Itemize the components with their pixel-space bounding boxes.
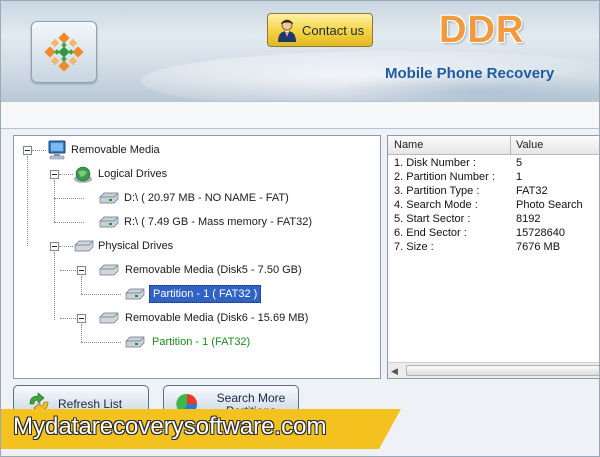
tree-line [60,270,76,271]
property-value: 1 [516,171,523,183]
drive-tree-panel[interactable]: Removable Media Logical Drives D:\ ( 20.… [13,135,381,379]
table-row[interactable]: 5. Start Sector : 8192 [388,213,599,227]
tree-node-disk6-partition[interactable]: Partition - 1 (FAT32) [152,334,250,350]
tree-line [81,342,121,343]
property-value: FAT32 [516,185,548,197]
drive-icon [99,216,119,228]
tree-line [81,324,82,342]
tree-line [59,174,73,175]
property-name: 5. Start Sector : [394,213,471,225]
tree-node-root[interactable]: Removable Media [71,142,160,158]
contact-us-button[interactable]: Contact us [267,13,373,47]
properties-header: Name Value [388,136,599,155]
property-name: 2. Partition Number : [394,171,495,183]
contact-us-label: Contact us [302,23,365,38]
watermark-banner-tail [379,409,401,449]
tree-line [59,246,73,247]
toolbar-strip [1,101,599,129]
table-row[interactable]: 6. End Sector : 15728640 [388,227,599,241]
tree-node-disk5-partition[interactable]: Partition - 1 ( FAT32 ) [149,285,262,303]
column-header-value[interactable]: Value [516,139,543,151]
tree-line [60,318,76,319]
property-value: 7676 MB [516,241,561,253]
tree-node-drive-r[interactable]: R:\ ( 7.49 GB - Mass memory - FAT32) [124,214,312,230]
property-name: 7. Size : [394,241,434,253]
tree-line [54,180,55,222]
tree-line [81,276,82,294]
header-banner: Contact us DDR Mobile Phone Recovery [1,1,599,101]
property-name: 6. End Sector : [394,227,467,239]
globe-icon [74,166,92,183]
scroll-left-icon[interactable]: ◀ [391,366,398,377]
properties-panel: Name Value 1. Disk Number : 5 2. Partiti… [387,135,599,379]
collapse-toggle[interactable] [50,170,59,179]
tree-line [32,150,46,151]
tree-line [81,294,121,295]
table-row[interactable]: 3. Partition Type : FAT32 [388,185,599,199]
column-header-name[interactable]: Name [394,139,423,151]
table-row[interactable]: 2. Partition Number : 1 [388,171,599,185]
hard-disk-icon [74,240,94,252]
tree-node-drive-d[interactable]: D:\ ( 20.97 MB - NO NAME - FAT) [124,190,289,206]
brand-logo-text: DDR [439,9,525,51]
computer-icon [48,140,66,160]
tree-line [27,156,28,246]
collapse-toggle[interactable] [77,314,86,323]
collapse-toggle[interactable] [23,146,32,155]
property-value: 5 [516,157,523,169]
partition-icon [125,288,145,300]
tree-line [54,198,84,199]
hard-disk-icon [99,264,119,276]
table-row[interactable]: 7. Size : 7676 MB [388,241,599,255]
table-row[interactable]: 4. Search Mode : Photo Search [388,199,599,213]
app-logo [31,21,97,83]
property-name: 3. Partition Type : [394,185,480,197]
collapse-toggle[interactable] [77,266,86,275]
table-row[interactable]: 1. Disk Number : 5 [388,157,599,171]
partition-icon [125,336,145,348]
collapse-toggle[interactable] [50,242,59,251]
column-separator[interactable] [510,136,511,154]
property-value: 15728640 [516,227,565,239]
tree-line [54,252,55,320]
property-value: Photo Search [516,199,583,211]
product-subtitle: Mobile Phone Recovery [385,65,555,82]
scrollbar-thumb[interactable] [406,365,599,376]
tree-node-logical-drives[interactable]: Logical Drives [98,166,167,182]
app-window: Contact us DDR Mobile Phone Recovery Rem… [0,0,600,457]
hard-disk-icon [99,312,119,324]
tree-node-disk5[interactable]: Removable Media (Disk5 - 7.50 GB) [125,262,302,278]
tree-node-physical-drives[interactable]: Physical Drives [98,238,173,254]
watermark-text: Mydatarecoverysoftware.com [13,413,327,440]
tree-node-disk6[interactable]: Removable Media (Disk6 - 15.69 MB) [125,310,308,326]
tree-line [54,222,84,223]
drive-icon [99,192,119,204]
logo-icon [44,32,84,72]
horizontal-scrollbar[interactable]: ◀ [388,362,599,378]
property-name: 4. Search Mode : [394,199,478,211]
property-name: 1. Disk Number : [394,157,476,169]
property-value: 8192 [516,213,541,225]
person-icon [278,19,296,42]
